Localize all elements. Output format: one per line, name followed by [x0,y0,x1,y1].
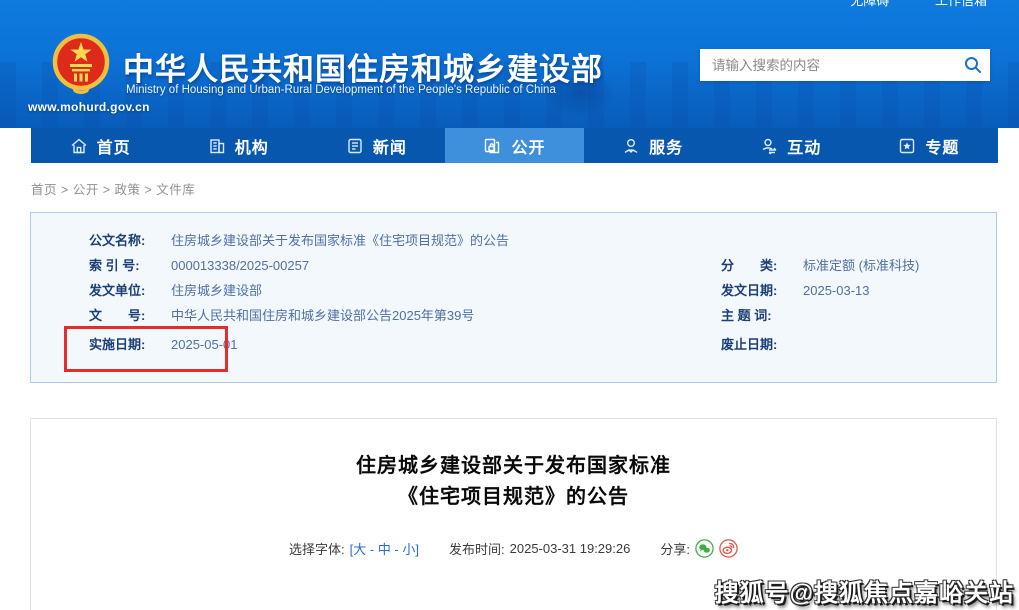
meta-row-issue-date: 发文日期: 2025-03-13 [721,283,870,299]
meta-label: 文 号: [89,308,163,324]
breadcrumb[interactable]: 首页 > 公开 > 政策 > 文件库 [31,179,195,198]
article-title-line1: 住房城乡建设部关于发布国家标准 [31,451,996,482]
article-title: 住房城乡建设部关于发布国家标准 《住宅项目规范》的公告 [31,451,996,513]
font-size-options[interactable]: [大 - 中 - 小] [350,539,419,558]
mailbox-link[interactable]: 工作信箱 [935,0,987,8]
nav-label: 互动 [787,134,821,158]
nav-label: 新闻 [373,134,407,158]
site-title: 中华人民共和国住房和城乡建设部 [123,44,603,89]
meta-row-doc-name: 公文名称: 住房城乡建设部关于发布国家标准《住宅项目规范》的公告 [89,233,509,249]
meta-row-category: 分 类: 标准定额 (标准科技) [721,258,919,274]
primary-nav: 首页 机构 新闻 公开 [31,128,998,163]
search-icon[interactable] [956,49,990,81]
home-icon [70,137,88,155]
publish-time-value: 2025-03-31 19:29:26 [510,541,631,556]
nav-label: 首页 [97,134,131,158]
meta-value: 中华人民共和国住房和城乡建设部公告2025年第39号 [171,308,474,324]
site-header: 无障碍 工作信箱 www.mohurd.gov.cn 中华人民共和国住房和城乡建… [0,0,1019,128]
topics-icon [898,137,916,155]
nav-item-home[interactable]: 首页 [31,128,169,163]
disclosure-icon [483,137,502,155]
publish-time: 发布时间: 2025-03-31 19:29:26 [449,539,630,558]
meta-label: 发文日期: [721,283,795,299]
meta-value: 住房城乡建设部 [171,283,262,299]
nav-label: 服务 [649,134,683,158]
meta-value: 2025-05-01 [171,337,238,353]
sohu-watermark: 搜狐号@搜狐焦点嘉峪关站 [715,573,1014,608]
meta-label: 废止日期: [721,337,795,353]
news-icon [346,137,364,155]
meta-value: 标准定额 (标准科技) [803,258,919,274]
meta-value: 2025-03-13 [803,283,870,299]
top-utility-bar: 无障碍 工作信箱 [808,0,987,9]
meta-row-issuer: 发文单位: 住房城乡建设部 [89,283,262,299]
meta-row-impl-date: 实施日期: 2025-05-01 [89,337,238,353]
publish-time-label: 发布时间: [449,539,505,558]
article-title-line2: 《住宅项目规范》的公告 [31,482,996,513]
wechat-share-icon[interactable] [695,539,714,558]
meta-label: 主 题 词: [721,308,795,324]
nav-item-news[interactable]: 新闻 [307,128,445,163]
article-controls-row: 选择字体: [大 - 中 - 小] 发布时间: 2025-03-31 19:29… [31,539,996,558]
nav-label: 机构 [235,134,269,158]
meta-label: 发文单位: [89,283,163,299]
meta-label: 分 类: [721,258,795,274]
meta-label: 公文名称: [89,233,163,249]
font-size-label: 选择字体: [289,539,345,558]
meta-row-index-no: 索 引 号: 000013338/2025-00257 [89,258,309,274]
share-icons [695,539,738,558]
service-icon [622,137,640,155]
meta-row-doc-no: 文 号: 中华人民共和国住房和城乡建设部公告2025年第39号 [89,308,474,324]
meta-row-subject: 主 题 词: [721,308,803,324]
meta-label: 实施日期: [89,337,163,353]
meta-value: 000013338/2025-00257 [171,258,309,274]
search-input[interactable] [700,58,956,73]
search-box [700,49,990,81]
nav-item-disclosure[interactable]: 公开 [445,128,583,163]
nav-item-organization[interactable]: 机构 [169,128,307,163]
weibo-share-icon[interactable] [719,539,738,558]
document-meta-panel: 公文名称: 住房城乡建设部关于发布国家标准《住宅项目规范》的公告 索 引 号: … [30,212,997,383]
nav-item-interaction[interactable]: 互动 [722,128,860,163]
national-emblem-logo [52,32,110,101]
organization-icon [208,137,226,155]
meta-label: 索 引 号: [89,258,163,274]
nav-label: 专题 [925,134,959,158]
accessibility-link[interactable]: 无障碍 [850,0,889,8]
nav-label: 公开 [511,134,545,158]
font-size-control: 选择字体: [大 - 中 - 小] [289,539,419,558]
meta-row-repeal-date: 废止日期: [721,337,803,353]
nav-item-service[interactable]: 服务 [584,128,722,163]
share-control: 分享: [660,539,738,558]
meta-value: 住房城乡建设部关于发布国家标准《住宅项目规范》的公告 [171,233,509,249]
interaction-icon [760,137,778,155]
mohurd-document-page: 无障碍 工作信箱 www.mohurd.gov.cn 中华人民共和国住房和城乡建… [0,0,1019,610]
share-label: 分享: [660,539,690,558]
site-subtitle-english: Ministry of Housing and Urban-Rural Deve… [126,84,556,96]
nav-item-topics[interactable]: 专题 [860,128,998,163]
site-url: www.mohurd.gov.cn [28,100,150,114]
